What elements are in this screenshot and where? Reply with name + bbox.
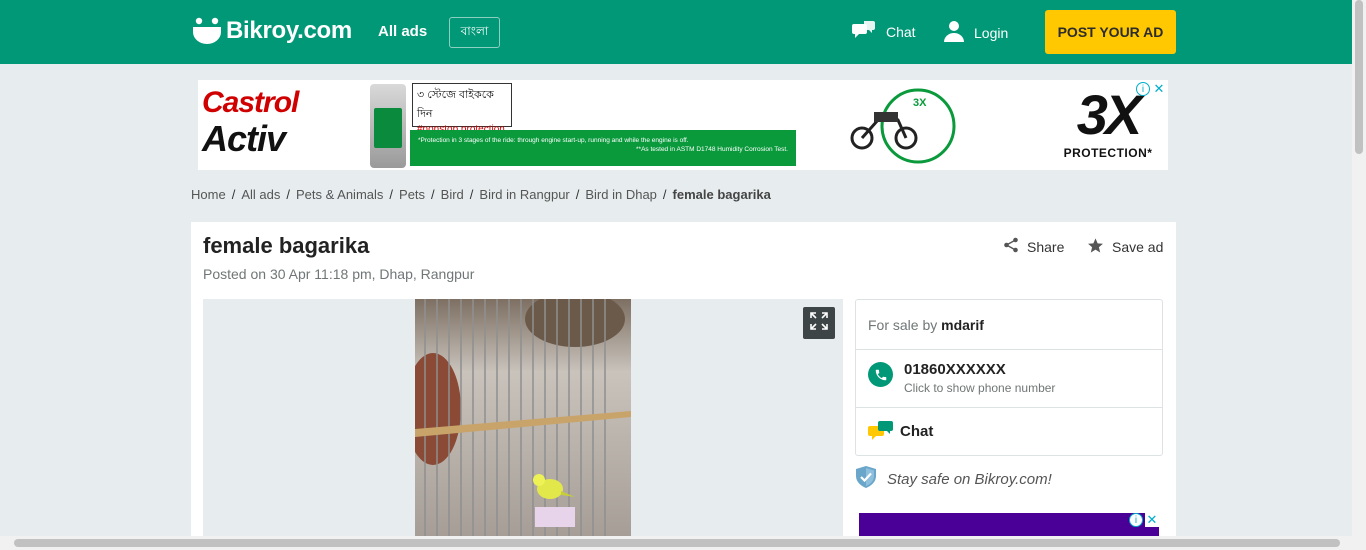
- brand-top-text: Castrol: [202, 86, 299, 119]
- bengali-tagline: ৩ স্টেজে বাইককে দিন: [417, 89, 494, 120]
- seller-panel: For sale by mdarif 01860XXXXXX Click to …: [855, 299, 1163, 456]
- top-header: Bikroy.com All ads বাংলা Chat Login POST…: [0, 0, 1352, 64]
- phone-icon: [868, 362, 893, 387]
- phone-hint: Click to show phone number: [904, 381, 1056, 395]
- share-icon: [1003, 237, 1019, 256]
- motorcycle-image: 3X: [848, 86, 958, 166]
- header-chat-link[interactable]: Chat: [852, 20, 916, 43]
- oil-bottle-image: [370, 84, 406, 168]
- header-login-link[interactable]: Login: [944, 20, 1008, 45]
- header-login-label: Login: [974, 24, 1009, 41]
- horizontal-scroll-thumb[interactable]: [14, 539, 1340, 547]
- top-ad-banner[interactable]: Castrol Activ ৩ স্টেজে বাইককে দিন #nonst…: [198, 80, 1168, 170]
- chat-bubbles-icon: [868, 420, 894, 449]
- ad-choices[interactable]: i ✕: [1136, 81, 1166, 96]
- star-icon: [1087, 237, 1104, 257]
- ad-close-icon[interactable]: ✕: [1152, 81, 1166, 96]
- side-ad-close-icon[interactable]: ✕: [1145, 512, 1159, 527]
- stay-safe-text: Stay safe on Bikroy.com!: [887, 470, 1052, 488]
- banner-fine-print: *Protection in 3 stages of the ride: thr…: [410, 130, 796, 166]
- breadcrumb-pets-animals[interactable]: Pets & Animals: [296, 187, 383, 202]
- breadcrumb-bird-in-dhap[interactable]: Bird in Dhap: [585, 187, 657, 202]
- user-icon: [944, 20, 964, 45]
- for-sale-prefix: For sale by: [868, 317, 938, 333]
- nav-all-ads[interactable]: All ads: [378, 23, 427, 40]
- seller-chat-button[interactable]: Chat: [856, 408, 1162, 456]
- show-phone-button[interactable]: 01860XXXXXX Click to show phone number: [856, 350, 1162, 408]
- seller-name[interactable]: mdarif: [941, 317, 984, 333]
- for-sale-by: For sale by mdarif: [856, 300, 1162, 350]
- share-button[interactable]: Share: [1003, 237, 1064, 256]
- header-chat-label: Chat: [886, 23, 916, 40]
- save-ad-label: Save ad: [1112, 239, 1164, 255]
- vertical-scrollbar[interactable]: [1352, 0, 1366, 536]
- brand-bottom-text: Activ: [202, 118, 286, 159]
- language-toggle-button[interactable]: বাংলা: [449, 17, 500, 48]
- fine-print-1: *Protection in 3 stages of the ride: thr…: [418, 137, 689, 144]
- bird-cage-photo[interactable]: [415, 299, 631, 542]
- stay-safe-link[interactable]: Stay safe on Bikroy.com!: [855, 465, 1052, 493]
- expand-icon: [810, 311, 828, 335]
- ad-title: female bagarika: [203, 233, 370, 258]
- vertical-scroll-thumb[interactable]: [1355, 0, 1363, 154]
- breadcrumb-pets[interactable]: Pets: [399, 187, 425, 202]
- share-label: Share: [1027, 238, 1065, 255]
- side-ad-info-icon[interactable]: i: [1129, 513, 1143, 527]
- breadcrumb-home[interactable]: Home: [191, 187, 226, 202]
- banner-tagline-box: ৩ স্টেজে বাইককে দিন #nonstop protection: [412, 83, 512, 135]
- post-your-ad-button[interactable]: POST YOUR AD: [1045, 10, 1176, 54]
- breadcrumb-current: female bagarika: [672, 187, 771, 202]
- 3x-protection-badge: 3X PROTECTION*: [1060, 84, 1156, 166]
- seller-chat-label: Chat: [900, 423, 934, 440]
- save-ad-button[interactable]: Save ad: [1087, 237, 1163, 257]
- castrol-activ-logo: Castrol Activ: [202, 86, 332, 164]
- breadcrumb: Home / All ads / Pets & Animals / Pets / Bir…: [191, 187, 771, 202]
- breadcrumb-bird[interactable]: Bird: [441, 187, 464, 202]
- horizontal-scrollbar[interactable]: [0, 536, 1366, 550]
- posted-info: Posted on 30 Apr 11:18 pm, Dhap, Rangpur: [203, 266, 475, 282]
- chat-bubbles-icon: [852, 20, 876, 43]
- breadcrumb-bird-in-rangpur[interactable]: Bird in Rangpur: [479, 187, 569, 202]
- fullscreen-button[interactable]: [803, 307, 835, 339]
- smiley-logo-icon: [192, 16, 222, 46]
- ad-info-icon[interactable]: i: [1136, 82, 1150, 96]
- image-gallery[interactable]: [203, 299, 843, 542]
- side-ad-choices[interactable]: i ✕: [1129, 512, 1159, 527]
- fine-print-2: **As tested in ASTM D1748 Humidity Corro…: [636, 146, 788, 153]
- badge-small-text: 3X: [913, 97, 927, 109]
- badge-caption: PROTECTION*: [1063, 146, 1153, 160]
- bikroy-logo[interactable]: Bikroy.com: [192, 16, 352, 46]
- phone-number: 01860XXXXXX: [904, 361, 1006, 378]
- shield-check-icon: [855, 465, 877, 493]
- logo-text: Bikroy.com: [226, 17, 352, 44]
- ad-detail-card: female bagarika Posted on 30 Apr 11:18 p…: [191, 222, 1176, 542]
- breadcrumb-all-ads[interactable]: All ads: [241, 187, 280, 202]
